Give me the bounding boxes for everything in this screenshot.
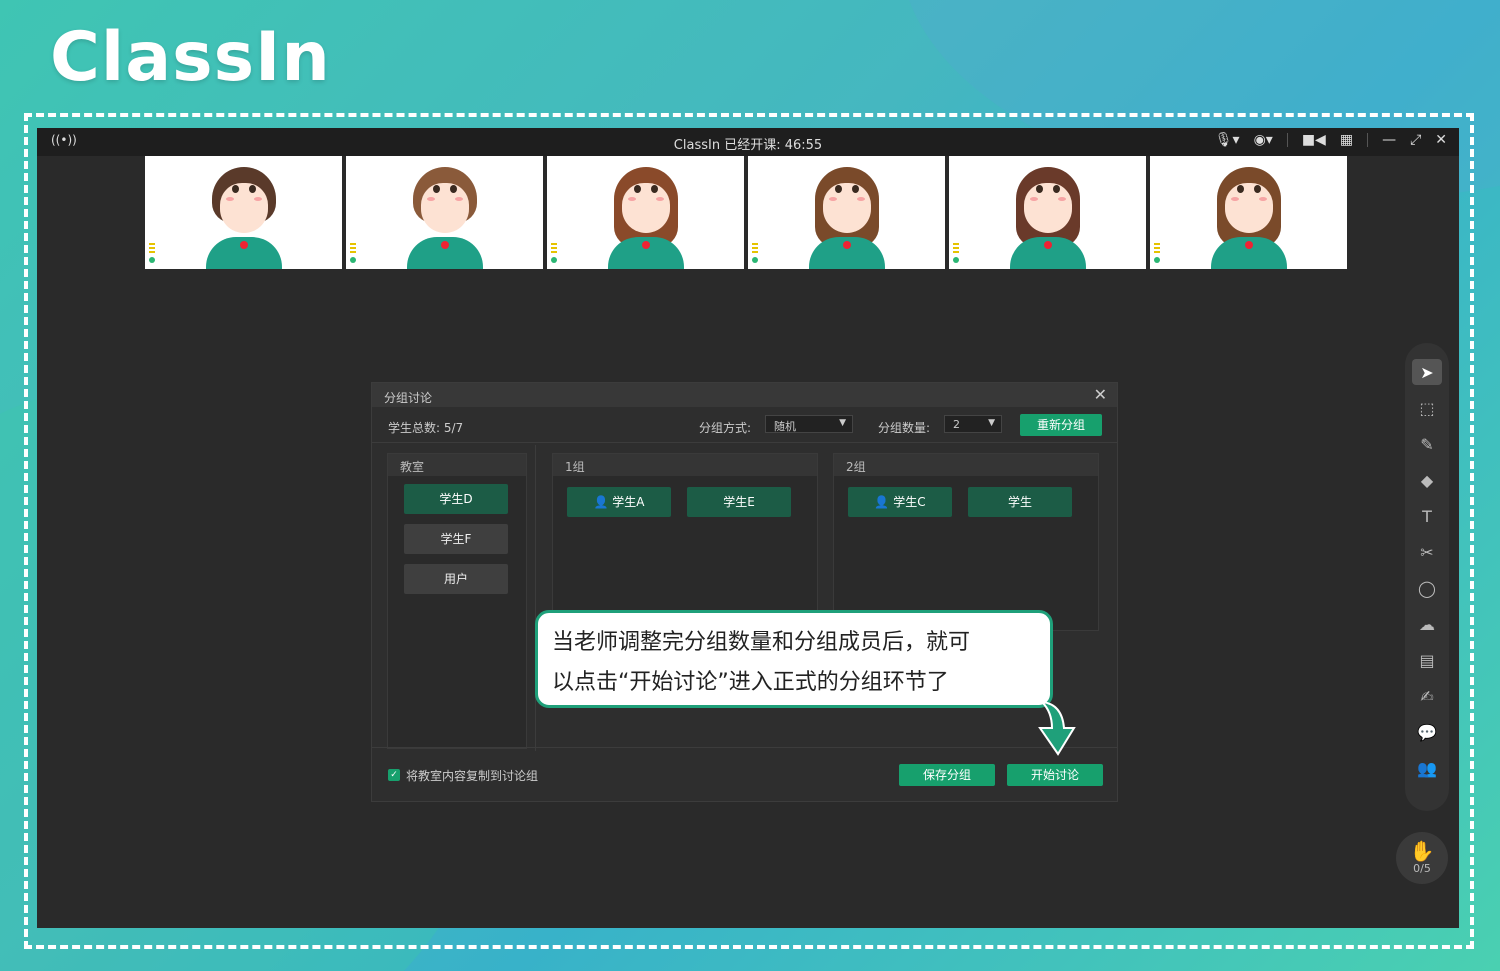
divider: [535, 445, 536, 751]
member-chip[interactable]: 学生: [968, 487, 1072, 517]
student-total: 学生总数: 5/7: [388, 421, 464, 435]
group-count-label: 分组数量:: [878, 421, 931, 435]
select-area-icon[interactable]: ⬚: [1412, 395, 1442, 421]
group-panel-1: 1组 👤 学生A 学生E: [552, 453, 818, 631]
student-chip[interactable]: 学生F: [404, 524, 508, 554]
student-chip[interactable]: 学生D: [404, 484, 508, 514]
leader-icon: 👤: [874, 495, 890, 509]
mic-icon[interactable]: 🎙▾: [1215, 132, 1240, 148]
student-video-tile[interactable]: [1150, 156, 1347, 269]
group-title: 1组: [553, 454, 817, 476]
video-row: [145, 156, 1347, 269]
group-mode-value: 随机: [774, 420, 796, 433]
pen-icon[interactable]: ✎: [1412, 431, 1442, 457]
toolbox-icon[interactable]: ▤: [1412, 647, 1442, 673]
callout-bubble: 当老师调整完分组数量和分组成员后，就可 以点击“开始讨论”进入正式的分组环节了: [535, 610, 1053, 708]
callout-line: 以点击“开始讨论”进入正式的分组环节了: [552, 670, 949, 695]
classroom-panel: 教室 学生D 学生F 用户: [387, 453, 527, 749]
window-controls: 🎙▾ ◉▾ ■◀ ▦ — ⤢ ✕: [1215, 132, 1447, 148]
student-chip[interactable]: 用户: [404, 564, 508, 594]
edit-icon[interactable]: ✍: [1412, 683, 1442, 709]
chat-icon[interactable]: 💬: [1412, 719, 1442, 745]
callout-line: 当老师调整完分组数量和分组成员后，就可: [552, 630, 971, 655]
raise-hand-button[interactable]: ✋ 0/5: [1396, 832, 1448, 884]
classroom-window: ((•)) ClassIn 已经开课: 46:55 🎙▾ ◉▾ ■◀ ▦ — ⤢…: [37, 128, 1459, 928]
camera-icon[interactable]: ◉▾: [1254, 132, 1273, 148]
scissors-icon[interactable]: ✂: [1412, 539, 1442, 565]
shape-icon[interactable]: ◯: [1412, 575, 1442, 601]
group-panel-2: 2组 👤 学生C 学生: [833, 453, 1099, 631]
group-title: 2组: [834, 454, 1098, 476]
mic-level-icon: [953, 243, 959, 265]
close-icon[interactable]: ✕: [1435, 132, 1447, 148]
leader-icon: 👤: [593, 495, 609, 509]
student-avatar: [1209, 163, 1289, 269]
eraser-icon[interactable]: ◆: [1412, 467, 1442, 493]
group-mode-select[interactable]: 随机 ▼: [765, 415, 853, 433]
dialog-close-icon[interactable]: ✕: [1094, 385, 1107, 404]
regroup-button[interactable]: 重新分组: [1020, 414, 1102, 436]
group-mode-label: 分组方式:: [699, 421, 752, 435]
student-video-tile[interactable]: [949, 156, 1146, 269]
dialog-settings-bar: 学生总数: 5/7 分组方式: 随机 ▼ 分组数量: 2 ▼ 重新分组: [372, 407, 1117, 443]
student-avatar: [807, 163, 887, 269]
start-discussion-button[interactable]: 开始讨论: [1007, 764, 1103, 786]
pointer-arrow-icon: [1038, 700, 1076, 756]
divider: [1286, 133, 1288, 147]
save-groups-button[interactable]: 保存分组: [899, 764, 995, 786]
raise-hand-icon: ✋: [1409, 839, 1435, 863]
video-icon[interactable]: ■◀: [1302, 132, 1326, 148]
pointer-icon[interactable]: ➤: [1412, 359, 1442, 385]
group-count-value: 2: [953, 418, 960, 431]
chevron-down-icon: ▼: [839, 418, 846, 428]
users-icon[interactable]: 👥: [1412, 755, 1442, 781]
member-name: 学生C: [893, 495, 926, 509]
classroom-title: 教室: [388, 454, 526, 476]
student-video-tile[interactable]: [748, 156, 945, 269]
student-avatar: [606, 163, 686, 269]
divider: [1367, 133, 1369, 147]
mic-level-icon: [1154, 243, 1160, 265]
titlebar: ((•)) ClassIn 已经开课: 46:55 🎙▾ ◉▾ ■◀ ▦ — ⤢…: [37, 128, 1459, 156]
mic-level-icon: [149, 243, 155, 265]
member-chip[interactable]: 👤 学生C: [848, 487, 952, 517]
student-avatar: [204, 163, 284, 269]
member-chip[interactable]: 学生E: [687, 487, 791, 517]
mic-level-icon: [350, 243, 356, 265]
member-name: 学生A: [612, 495, 645, 509]
dialog-titlebar: 分组讨论 ✕: [372, 383, 1117, 407]
copy-content-label: 将教室内容复制到讨论组: [406, 769, 539, 783]
mic-level-icon: [752, 243, 758, 265]
student-video-tile[interactable]: [145, 156, 342, 269]
student-avatar: [1008, 163, 1088, 269]
cloud-icon[interactable]: ☁: [1412, 611, 1442, 637]
right-toolbar: ➤ ⬚ ✎ ◆ T ✂ ◯ ☁ ▤ ✍ 💬 👥: [1405, 343, 1449, 811]
dialog-footer: ✓ 将教室内容复制到讨论组 保存分组 开始讨论: [372, 747, 1117, 801]
group-count-select[interactable]: 2 ▼: [944, 415, 1002, 433]
brand-logo: ClassIn: [50, 18, 331, 97]
text-icon[interactable]: T: [1412, 503, 1442, 529]
chevron-down-icon: ▼: [988, 418, 995, 428]
minimize-icon[interactable]: —: [1382, 132, 1396, 148]
member-chip[interactable]: 👤 学生A: [567, 487, 671, 517]
dialog-title: 分组讨论: [384, 391, 433, 405]
student-avatar: [405, 163, 485, 269]
student-video-tile[interactable]: [547, 156, 744, 269]
fullscreen-icon[interactable]: ⤢: [1410, 132, 1421, 148]
group-discussion-dialog: 分组讨论 ✕ 学生总数: 5/7 分组方式: 随机 ▼ 分组数量: 2 ▼ 重新…: [371, 382, 1118, 802]
copy-content-checkbox[interactable]: ✓: [388, 769, 400, 781]
grid-icon[interactable]: ▦: [1340, 132, 1353, 148]
student-video-tile[interactable]: [346, 156, 543, 269]
mic-level-icon: [551, 243, 557, 265]
raise-hand-count: 0/5: [1413, 862, 1431, 875]
